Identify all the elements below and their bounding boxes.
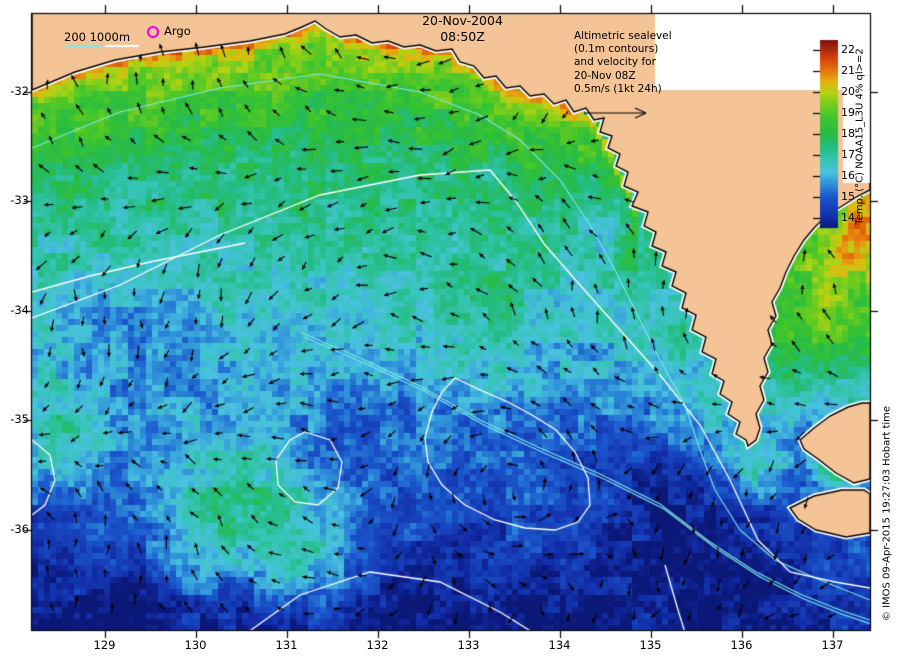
isobath-legend-label: 200 1000m	[64, 30, 131, 44]
colorbar-tick-label: 20	[841, 85, 855, 99]
lat-tick-label: -33	[10, 193, 29, 208]
altimetry-note: Altimetric sealevel (0.1m contours) and …	[574, 30, 714, 96]
map-canvas	[0, 0, 900, 660]
note-line: 0.5m/s (1kt 24h)	[574, 82, 662, 95]
argo-marker-icon	[147, 26, 159, 38]
credit-text: © IMOS 09-Apr-2015 19:27:03 Hobart time	[881, 405, 893, 622]
lon-tick-label: 136	[730, 638, 753, 652]
colorbar-tick-label: 19	[841, 106, 855, 120]
lon-tick-label: 130	[184, 638, 207, 652]
title-time: 08:50Z	[440, 29, 485, 44]
colorbar-tick-label: 21	[841, 64, 855, 78]
colorbar-tick-label: 18	[841, 127, 855, 140]
lon-tick-label: 129	[93, 638, 116, 652]
note-line: Altimetric sealevel	[574, 30, 672, 42]
colorbar-tick-label: 15	[841, 189, 855, 203]
colorbar-axis-label: Temp. (°C) NOAA15_L3U 4% ql>=2	[854, 48, 866, 225]
lon-tick-label: 131	[275, 638, 298, 652]
lat-tick-label: -34	[10, 302, 29, 317]
note-line: 20-Nov 08Z	[574, 69, 636, 82]
colorbar-tick-label: 17	[841, 147, 855, 161]
lon-tick-label: 134	[548, 638, 571, 652]
argo-legend-label: Argo	[164, 24, 191, 38]
colorbar-tick-label: 22	[841, 43, 855, 57]
colorbar-tick-label: 14	[841, 210, 855, 224]
lat-tick-label: -35	[10, 412, 29, 427]
lon-tick-label: 137	[821, 638, 844, 652]
lon-tick-label: 135	[639, 638, 662, 652]
colorbar-tick-label: 16	[841, 168, 855, 182]
note-line: (0.1m contours)	[574, 43, 659, 56]
map-title: 20-Nov-2004 08:50Z	[385, 13, 540, 45]
lat-tick-label: -32	[10, 84, 29, 98]
lon-tick-label: 133	[457, 638, 480, 652]
sst-map-figure: 20-Nov-2004 08:50Z 200 1000m Argo Altime…	[0, 0, 900, 660]
lat-tick-label: -36	[10, 521, 29, 536]
lon-tick-label: 132	[366, 638, 389, 652]
title-date: 20-Nov-2004	[422, 13, 503, 28]
note-line: and velocity for	[574, 56, 656, 69]
